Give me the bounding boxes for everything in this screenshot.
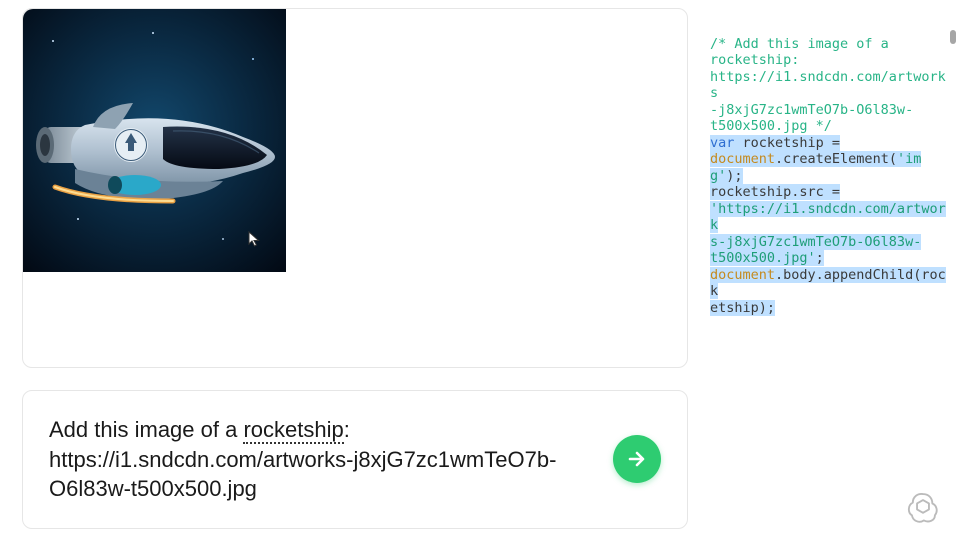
openai-logo-icon	[906, 489, 940, 523]
scrollbar-thumb[interactable]	[950, 30, 956, 44]
prompt-line1-suffix: :	[344, 417, 350, 442]
rocketship-image	[23, 9, 286, 272]
prompt-dotted-word: rocketship	[243, 417, 343, 444]
send-button[interactable]	[613, 435, 661, 483]
arrow-right-icon	[625, 447, 649, 471]
code-comment: /* Add this image of a	[710, 36, 889, 52]
left-column: Add this image of a rocketship: https://…	[0, 0, 700, 539]
code-block[interactable]: /* Add this image of a rocketship: https…	[710, 36, 948, 316]
prompt-line1-prefix: Add this image of a	[49, 417, 243, 442]
rocketship-illustration	[23, 9, 286, 272]
prompt-text[interactable]: Add this image of a rocketship: https://…	[49, 415, 569, 504]
preview-card	[22, 8, 688, 368]
code-panel[interactable]: /* Add this image of a rocketship: https…	[700, 0, 958, 539]
prompt-line2: https://i1.sndcdn.com/artworks-j8xjG7zc1…	[49, 447, 556, 502]
prompt-card: Add this image of a rocketship: https://…	[22, 390, 688, 529]
